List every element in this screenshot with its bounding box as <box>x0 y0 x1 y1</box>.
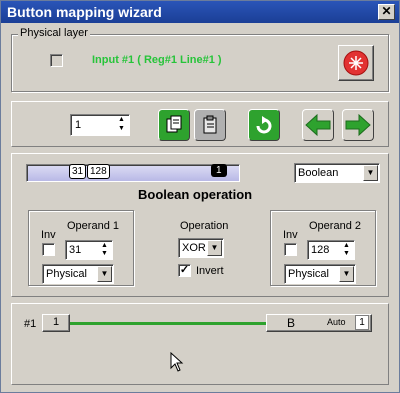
chevron-down-icon[interactable]: ▼ <box>97 266 112 282</box>
operation-title: Operation <box>180 220 229 232</box>
operand2-value: 128 <box>311 244 330 256</box>
type-select[interactable]: Boolean ▼ <box>294 163 380 183</box>
operand1-title: Operand 1 <box>67 220 119 232</box>
copy-green-icon <box>166 115 182 133</box>
arrow-left-icon <box>305 113 331 137</box>
physical-layer-group: Physical layer Input #1 ( Reg#1 Line#1 ) <box>11 27 389 92</box>
invert-checkbox[interactable]: ✓ <box>178 264 191 277</box>
chevron-down-icon[interactable]: ▼ <box>363 165 378 181</box>
chevron-down-icon[interactable]: ▼ <box>339 266 354 282</box>
operand2-source-select[interactable]: Physical ▼ <box>284 264 356 284</box>
output-end-button[interactable]: B Auto 1 <box>266 314 372 332</box>
operand2-inv-checkbox[interactable] <box>284 243 297 256</box>
output-panel: #1 1 B Auto 1 <box>11 303 389 385</box>
arrow-right-icon <box>345 113 371 137</box>
paste-gray-icon <box>203 115 217 134</box>
invert-label: Invert <box>196 265 224 277</box>
operand2-group: Inv Operand 2 128 ▲ ▼ Physical ▼ <box>270 210 376 286</box>
output-start-value: 1 <box>52 316 60 328</box>
red-stop-icon <box>343 50 369 76</box>
index-spinner[interactable]: 1 ▲ ▼ <box>70 114 130 136</box>
boolean-heading: Boolean operation <box>138 187 253 202</box>
type-select-value: Boolean <box>298 167 339 179</box>
chevron-down-icon[interactable]: ▼ <box>207 240 222 256</box>
operand1-source-select[interactable]: Physical ▼ <box>42 264 114 284</box>
physical-enable-checkbox[interactable] <box>50 54 63 67</box>
index-value: 1 <box>75 119 82 131</box>
physical-layer-label: Physical layer <box>18 27 90 39</box>
operand1-inv-label: Inv <box>41 229 56 241</box>
operand2-inv-label: Inv <box>283 229 298 241</box>
prev-button[interactable] <box>302 109 334 141</box>
close-button[interactable]: ✕ <box>378 4 395 20</box>
operand1-source-value: Physical <box>46 268 87 280</box>
mapping-slider[interactable]: 31 128 1 <box>26 164 240 182</box>
title-bar: Button mapping wizard ✕ <box>1 1 399 23</box>
copy-button[interactable] <box>158 109 190 141</box>
operand1-inv-checkbox[interactable] <box>42 243 55 256</box>
mouse-cursor-icon <box>170 352 184 372</box>
slider-value-2: 128 <box>87 164 110 179</box>
output-auto-value[interactable]: 1 <box>355 315 369 330</box>
refresh-icon <box>256 116 272 134</box>
record-button[interactable] <box>338 45 374 81</box>
wizard-window: Button mapping wizard ✕ Physical layer I… <box>0 0 400 393</box>
physical-input-text: Input #1 ( Reg#1 Line#1 ) <box>92 54 222 66</box>
slider-value-1: 31 <box>69 164 87 179</box>
output-row-label: #1 <box>24 318 37 330</box>
operand2-spin-arrows[interactable]: ▲ ▼ <box>340 242 353 258</box>
output-start-button[interactable]: 1 <box>42 314 70 332</box>
mapping-panel: 31 128 1 Boolean ▼ Boolean operation Inv… <box>11 153 389 297</box>
paste-button[interactable] <box>194 109 226 141</box>
operation-value: XOR <box>182 242 206 254</box>
output-line <box>62 322 278 325</box>
toolbar-panel: 1 ▲ ▼ <box>11 101 389 147</box>
window-title: Button mapping wizard <box>7 4 162 20</box>
operand2-spinner[interactable]: 128 ▲ ▼ <box>307 240 355 260</box>
operand1-spin-arrows[interactable]: ▲ ▼ <box>98 242 111 258</box>
operand1-spinner[interactable]: 31 ▲ ▼ <box>65 240 113 260</box>
index-spin-arrows[interactable]: ▲ ▼ <box>115 116 128 134</box>
output-end-label: B <box>287 316 296 330</box>
operand2-title: Operand 2 <box>309 220 361 232</box>
output-auto-label: Auto <box>327 317 346 327</box>
refresh-button[interactable] <box>248 109 280 141</box>
next-button[interactable] <box>342 109 374 141</box>
operand1-value: 31 <box>69 244 82 256</box>
operation-select[interactable]: XOR ▼ <box>178 238 224 258</box>
slider-end-value[interactable]: 1 <box>211 164 227 177</box>
operand2-source-value: Physical <box>288 268 329 280</box>
operand1-group: Inv Operand 1 31 ▲ ▼ Physical ▼ <box>28 210 134 286</box>
